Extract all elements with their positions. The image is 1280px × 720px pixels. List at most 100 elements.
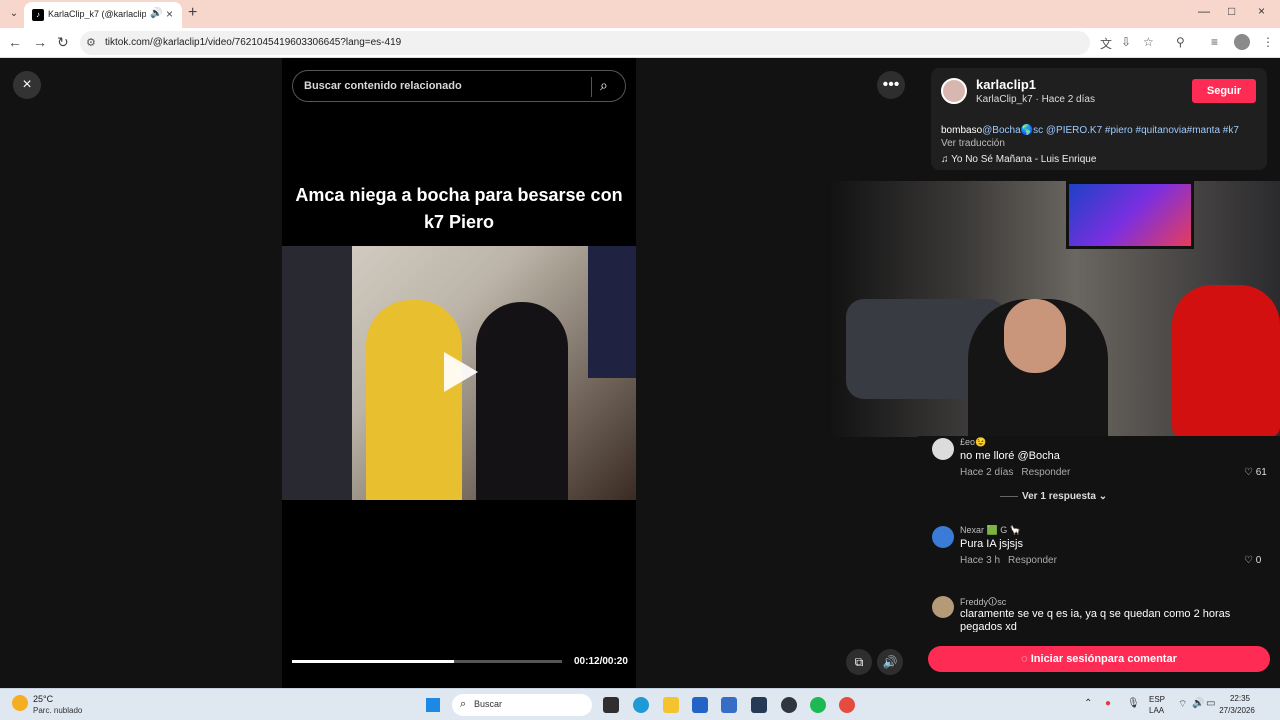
follow-button[interactable]: Seguir — [1192, 79, 1256, 103]
view-replies-label[interactable]: Ver 1 respuesta — [1022, 491, 1096, 502]
bookmark-star-icon[interactable]: ☆ — [1143, 35, 1154, 49]
clock-date[interactable]: 27/3/2026 — [1214, 706, 1260, 715]
wifi-icon[interactable]: ⌔ — [1178, 698, 1187, 711]
video-player[interactable]: Buscar contenido relacionado ⌕ Amca nieg… — [282, 58, 636, 688]
tab-audio-icon[interactable]: 🔊 — [150, 8, 162, 19]
weather-temperature[interactable]: 25°C — [33, 694, 53, 704]
comment-time: Hace 3 h — [960, 555, 1001, 566]
volume-icon[interactable]: 🔊 — [1192, 698, 1204, 709]
comment-username[interactable]: £eo😉 — [960, 437, 986, 448]
edge-icon[interactable] — [633, 697, 649, 713]
reading-list-icon[interactable]: ≡ — [1211, 35, 1218, 49]
login-to-comment-button[interactable]: ◌ Iniciar sesiónpara comentar — [928, 646, 1270, 672]
comment-like-count: 0 — [1255, 555, 1262, 566]
extensions-icon[interactable]: ⚲ — [1176, 35, 1185, 49]
video-frame[interactable] — [282, 246, 636, 500]
windows-taskbar: 25°C Parc. nublado ⌕ Buscar ⌃ ● 🎙 ESP LA… — [0, 688, 1280, 720]
steam-icon[interactable] — [751, 697, 767, 713]
clock-time[interactable]: 22:35 — [1225, 694, 1255, 703]
search-icon[interactable]: ⌕ — [600, 77, 608, 94]
search-placeholder: Buscar contenido relacionado — [304, 80, 462, 92]
minimize-window-button[interactable]: — — [1198, 4, 1210, 18]
active-tab[interactable]: ♪ KarlaClip_k7 (@karlaclip1) | 🔊 × — [24, 2, 182, 28]
new-tab-button[interactable]: + — [188, 4, 197, 22]
music-title[interactable]: Yo No Sé Mañana - Luis Enrique — [951, 154, 1096, 165]
music-link[interactable]: ♫ Yo No Sé Mañana - Luis Enrique — [941, 154, 1096, 165]
video-progress-fill — [292, 660, 454, 663]
comments-list[interactable]: £eo😉 no me lloré @Bocha Hace 2 días Respo… — [918, 436, 1280, 632]
music-note-icon: ♫ — [941, 154, 949, 165]
comment-likes[interactable]: ♡ 0 — [1244, 555, 1261, 566]
stream-tv-screen — [1066, 181, 1194, 249]
install-app-icon[interactable]: ⇩ — [1121, 35, 1131, 49]
comment-likes[interactable]: ♡ 61 — [1244, 467, 1267, 478]
comment-text: claramente se ve q es ia, ya q se quedan… — [960, 608, 1231, 632]
translation-link[interactable]: Ver traducción — [941, 138, 1005, 149]
chrome-icon[interactable] — [839, 697, 855, 713]
comment-username[interactable]: Nexar 🟩 G 🦙 — [960, 525, 1021, 536]
weather-description[interactable]: Parc. nublado — [33, 706, 82, 715]
view-replies-button[interactable]: Ver 1 respuesta ⌄ — [1000, 491, 1107, 502]
microphone-icon[interactable]: 🎙 — [1127, 698, 1140, 709]
reload-button[interactable]: ↻ — [57, 34, 69, 51]
spotify-icon[interactable] — [810, 697, 826, 713]
chrome-menu-icon[interactable]: ⋮ — [1262, 35, 1274, 49]
comment-avatar[interactable] — [932, 596, 954, 618]
windows-start-icon[interactable] — [426, 698, 440, 712]
video-info-card: karlaclip1 KarlaClip_k7 · Hace 2 días Se… — [931, 68, 1267, 170]
heart-icon[interactable]: ♡ — [1244, 467, 1253, 478]
address-bar[interactable]: ⚙ tiktok.com/@karlaclip1/video/762104541… — [80, 31, 1090, 55]
forward-button[interactable]: → — [33, 34, 47, 50]
more-options-button[interactable]: ••• — [877, 71, 905, 99]
video-man-figure — [366, 300, 462, 500]
tiktok-favicon-icon: ♪ — [32, 9, 44, 21]
creator-meta: KarlaClip_k7 · Hace 2 días — [976, 94, 1095, 105]
comment-meta: Hace 2 días Responder — [960, 467, 1070, 478]
security-icon[interactable]: ● — [1105, 698, 1111, 709]
site-info-icon[interactable]: ⚙ — [86, 36, 96, 49]
creator-avatar[interactable] — [941, 78, 967, 104]
profile-avatar[interactable] — [1234, 34, 1250, 50]
task-view-icon[interactable] — [603, 697, 619, 713]
url-text[interactable]: tiktok.com/@karlaclip1/video/76210454196… — [105, 37, 401, 48]
picture-in-picture-button[interactable]: ⧉ — [846, 649, 872, 675]
reply-button[interactable]: Responder — [1008, 555, 1057, 566]
back-button[interactable]: ← — [8, 34, 22, 50]
translate-icon[interactable]: 文 — [1100, 35, 1112, 52]
comment-text: Pura IA jsjsjs — [960, 538, 1023, 550]
taskbar-search-label: Buscar — [474, 699, 503, 709]
gaming-chair — [1172, 285, 1280, 437]
restore-window-button[interactable]: □ — [1228, 4, 1235, 18]
microsoft-store-icon[interactable] — [692, 697, 708, 713]
browser-tab-strip: ⌄ ♪ KarlaClip_k7 (@karlaclip1) | 🔊 × + —… — [0, 0, 1280, 28]
close-video-button[interactable]: × — [13, 71, 41, 99]
search-divider — [591, 77, 592, 97]
comment-avatar[interactable] — [932, 438, 954, 460]
browser-navigation-bar: ← → ↻ ⚙ tiktok.com/@karlaclip1/video/762… — [0, 28, 1280, 58]
show-hidden-icons-icon[interactable]: ⌃ — [1084, 698, 1092, 709]
comment-like-count: 61 — [1255, 467, 1267, 478]
related-content-search[interactable]: Buscar contenido relacionado ⌕ — [292, 70, 626, 102]
close-window-button[interactable]: × — [1258, 4, 1265, 18]
keyboard-layout-indicator[interactable]: LAA — [1149, 706, 1164, 715]
description-tags[interactable]: @Bocha🌎sc @PIERO.K7 #piero #quitanovia#m… — [982, 125, 1239, 136]
taskbar-search-icon: ⌕ — [460, 698, 467, 710]
app-with-badge-icon[interactable] — [781, 697, 797, 713]
weather-icon[interactable] — [12, 695, 28, 711]
login-to-comment-label: Iniciar sesiónpara comentar — [1030, 653, 1177, 665]
play-icon[interactable] — [444, 352, 478, 392]
tab-list-button[interactable]: ⌄ — [4, 4, 24, 24]
heart-icon[interactable]: ♡ — [1244, 555, 1253, 566]
file-explorer-icon[interactable] — [663, 697, 679, 713]
chevron-down-icon: ⌄ — [1098, 491, 1108, 502]
language-indicator[interactable]: ESP — [1149, 695, 1165, 704]
reply-button[interactable]: Responder — [1021, 467, 1070, 478]
volume-button[interactable]: 🔊 — [877, 649, 903, 675]
tab-close-icon[interactable]: × — [166, 7, 173, 21]
video-progress-track[interactable] — [292, 660, 562, 663]
creator-username[interactable]: karlaclip1 — [976, 77, 1036, 92]
comment-avatar[interactable] — [932, 526, 954, 548]
video-caption: Amca niega a bocha para besarse con k7 P… — [295, 185, 623, 232]
taskbar-search[interactable]: ⌕ Buscar — [452, 694, 592, 716]
outlook-icon[interactable] — [721, 697, 737, 713]
